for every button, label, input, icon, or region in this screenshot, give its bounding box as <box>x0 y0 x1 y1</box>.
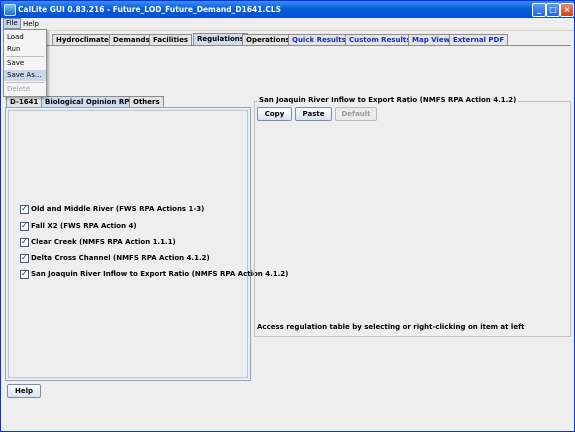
checkbox-box[interactable] <box>20 221 29 231</box>
default-button[interactable]: Default <box>335 107 377 121</box>
checkbox-label: Delta Cross Channel (NMFS RPA Action 4.1… <box>31 254 210 262</box>
checkbox-label: Clear Creek (NMFS RPA Action 1.1.1) <box>31 238 176 246</box>
menu-item-load[interactable]: Load <box>4 32 46 43</box>
main-window: CalLite GUI 0.83.216 - Future_LOD_Future… <box>0 0 575 432</box>
menu-bar: File Help <box>1 18 574 31</box>
subtab-others[interactable]: Others <box>129 96 164 107</box>
menu-item-save[interactable]: Save <box>4 58 46 69</box>
menu-file[interactable]: File <box>3 18 21 29</box>
tab-demands[interactable]: Demands <box>109 34 154 45</box>
tab-external-pdf[interactable]: External PDF <box>449 34 509 45</box>
menu-separator <box>6 56 44 57</box>
tab-custom-results[interactable]: Custom Results <box>345 34 415 45</box>
checkbox-label: Old and Middle River (FWS RPA Actions 1-… <box>31 205 205 213</box>
minimize-button[interactable]: _ <box>532 3 546 17</box>
subtab-d1641[interactable]: D-1641 <box>6 96 43 107</box>
checkbox-box[interactable] <box>20 237 29 247</box>
menu-item-run[interactable]: Run <box>4 44 46 55</box>
tab-divider <box>5 45 571 46</box>
app-icon <box>4 4 16 16</box>
checkbox-box[interactable] <box>20 253 29 263</box>
menu-item-delete: Delete <box>7 85 30 93</box>
panel-title: San Joaquin River Inflow to Export Ratio… <box>257 96 519 104</box>
window-title: CalLite GUI 0.83.216 - Future_LOD_Future… <box>18 5 282 14</box>
tab-quick-results[interactable]: Quick Results <box>288 34 350 45</box>
regulation-hint-text: Access regulation table by selecting or … <box>257 323 525 331</box>
tab-map-view[interactable]: Map View <box>408 34 455 45</box>
checkbox-box[interactable] <box>20 269 29 279</box>
checkbox-label: Fall X2 (FWS RPA Action 4) <box>31 222 137 230</box>
close-button[interactable]: × <box>560 3 574 17</box>
menu-item-save-as[interactable]: Save As... <box>4 70 46 81</box>
maximize-button[interactable]: □ <box>546 3 560 17</box>
subtab-biological-opinion[interactable]: Biological Opinion RPAs <box>41 96 143 107</box>
checkbox-label: San Joaquin River Inflow to Export Ratio… <box>31 270 289 278</box>
checkbox-box[interactable] <box>20 204 29 214</box>
tab-operations[interactable]: Operations <box>242 34 294 45</box>
rpa-panel: Old and Middle River (FWS RPA Actions 1-… <box>5 107 288 381</box>
copy-button[interactable]: Copy <box>257 107 292 121</box>
paste-button[interactable]: Paste <box>295 107 332 121</box>
help-button[interactable]: Help <box>7 384 41 398</box>
title-bar[interactable]: CalLite GUI 0.83.216 - Future_LOD_Future… <box>1 1 574 18</box>
tab-hydroclimate[interactable]: Hydroclimate <box>52 34 113 45</box>
menu-help[interactable]: Help <box>21 19 41 29</box>
tab-facilities[interactable]: Facilities <box>149 34 193 45</box>
file-menu-dropdown: Load Run Save Save As... Delete <box>3 29 47 97</box>
regulation-table-panel <box>254 101 571 337</box>
menu-separator <box>6 82 44 83</box>
